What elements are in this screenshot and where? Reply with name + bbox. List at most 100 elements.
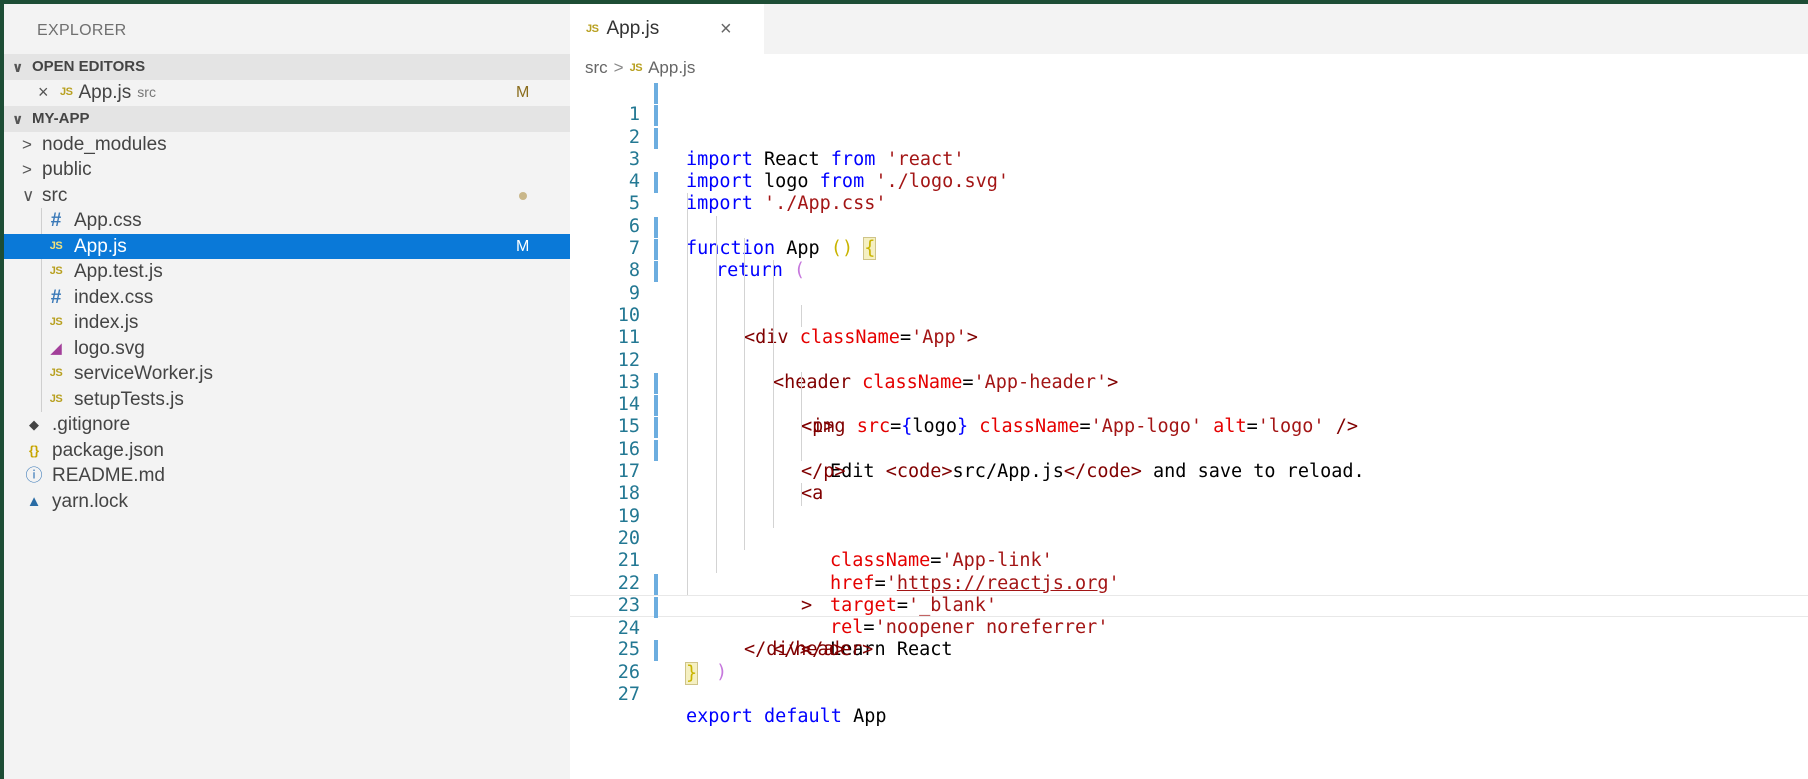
indent-guide [744, 327, 745, 350]
code-line: 9 <img src={logo} className='App-logo' a… [570, 260, 1808, 437]
my-app-header[interactable]: ∨ MY-APP [4, 105, 570, 132]
js-file-icon: JS [49, 316, 63, 328]
tree-item-label: App.css [74, 210, 142, 231]
js-file-icon: JS [60, 86, 73, 98]
indent-guide [773, 438, 774, 462]
indent-guide [744, 505, 745, 528]
open-editors-label: OPEN EDITORS [32, 58, 146, 75]
tree-item-label: node_modules [42, 133, 167, 155]
indent-guide [801, 371, 802, 395]
tree-item-label: App.test.js [74, 261, 163, 282]
close-icon[interactable]: × [720, 18, 732, 41]
tree-item-logo-svg[interactable]: ◢ logo.svg [4, 336, 570, 362]
code-line: 1 import React from 'react' [570, 82, 1808, 170]
indent-guide [716, 260, 717, 283]
tree-item-index-js[interactable]: JS index.js [4, 310, 570, 336]
indent-guide [773, 349, 774, 372]
indent-guide [687, 371, 688, 395]
indent-guide [716, 282, 717, 305]
indent-guide [801, 483, 802, 506]
explorer-sidebar: EXPLORER ∨ OPEN EDITORS × JS App.js src … [4, 4, 570, 779]
code-line: 25 [570, 617, 1808, 660]
js-file-icon: JS [49, 367, 63, 379]
open-editors-header[interactable]: ∨ OPEN EDITORS [4, 54, 570, 80]
tree-item-package-json[interactable]: {} package.json [4, 438, 570, 464]
tree-item-index-css[interactable]: # index.css [4, 285, 570, 311]
svg-file-icon: ◢ [50, 339, 62, 357]
js-file-icon: JS [49, 265, 63, 277]
tree-item-app-test-js[interactable]: JS App.test.js [4, 259, 570, 285]
indent-guide [716, 215, 717, 239]
tree-item-label: App.js [74, 235, 127, 257]
indent-guide [687, 505, 688, 528]
tree-item-gitignore[interactable]: ◆ .gitignore [4, 412, 570, 438]
indent-guide [687, 349, 688, 372]
gutter-change-marker [654, 439, 658, 461]
chevron-down-icon: ∨ [22, 185, 35, 205]
explorer-title: EXPLORER [37, 22, 127, 39]
open-editor-item-app-js[interactable]: × JS App.js src M [4, 80, 570, 106]
tree-item-app-css[interactable]: # App.css [4, 208, 570, 234]
chevron-down-icon: ∨ [12, 110, 24, 127]
gutter-change-marker [654, 372, 658, 394]
tree-item-yarn-lock[interactable]: ▲ yarn.lock [4, 489, 570, 515]
indent-guide [744, 416, 745, 439]
code-line: 20 </a> [570, 505, 1808, 660]
tree-item-node-modules[interactable]: > node_modules [4, 132, 570, 158]
code-line: 14 className='App-link' [570, 371, 1808, 571]
tree-item-app-js[interactable]: JS App.js M [4, 233, 570, 259]
indent-guide [716, 527, 717, 551]
close-icon[interactable]: × [38, 80, 60, 106]
js-file-icon: JS [629, 62, 643, 74]
tree-item-label: index.js [74, 312, 139, 333]
indent-guide [773, 483, 774, 506]
indent-guide [687, 215, 688, 239]
tree-item-label: logo.svg [74, 337, 145, 359]
indent-guide [687, 527, 688, 551]
chevron-down-icon: ∨ [12, 59, 24, 75]
gutter-change-marker [654, 596, 658, 618]
tab-app-js[interactable]: JS App.js × [570, 4, 764, 54]
indent-guide [744, 394, 745, 417]
info-icon: ⓘ [25, 466, 43, 485]
breadcrumb-separator: > [613, 58, 624, 77]
indent-guide [687, 238, 688, 261]
indent-guide [744, 461, 745, 484]
tree-item-label: index.css [74, 286, 154, 308]
code-line: 8 <header className='App-header'> [570, 238, 1808, 393]
indent-guide [716, 416, 717, 439]
gutter-change-marker [654, 172, 658, 194]
indent-guide [687, 572, 688, 595]
tree-item-label: README.md [52, 465, 165, 486]
tree-item-readme-md[interactable]: ⓘ README.md [4, 463, 570, 489]
code-line: 18 > [570, 461, 1808, 616]
tree-item-setup-tests-js[interactable]: JS setupTests.js [4, 387, 570, 413]
indent-guide [744, 483, 745, 506]
css-file-icon: # [50, 286, 62, 308]
code-line: 5 function App () { [570, 171, 1808, 261]
breadcrumb-file[interactable]: App.js [648, 54, 695, 82]
tree-item-public[interactable]: > public [4, 157, 570, 183]
indent-guide [801, 304, 802, 328]
tree-item-label: .gitignore [52, 414, 131, 435]
gutter-change-marker [654, 239, 658, 261]
indent-guide [744, 527, 745, 551]
gutter-change-marker [654, 261, 658, 283]
code-line: 15 href='https://reactjs.org' [570, 394, 1808, 594]
tree-item-src[interactable]: ∨ src [4, 183, 570, 209]
breadcrumb-folder[interactable]: src [585, 54, 608, 82]
indent-guide [687, 416, 688, 439]
tree-item-label: setupTests.js [74, 388, 184, 410]
js-file-icon: JS [49, 239, 63, 252]
indent-guide [716, 461, 717, 484]
code-line: 22 </div> [570, 550, 1808, 660]
code-line: 21 </header> [570, 527, 1808, 660]
indent-guide [716, 483, 717, 506]
code-area[interactable]: 1 import React from 'react' 2 import log… [570, 82, 1808, 727]
indent-guide [716, 238, 717, 261]
indent-guide [801, 394, 802, 417]
code-line: 16 target='_blank' [570, 416, 1808, 616]
tree-item-service-worker-js[interactable]: JS serviceWorker.js [4, 361, 570, 387]
css-file-icon: # [50, 210, 62, 231]
code-line: 12 </p> [570, 327, 1808, 482]
